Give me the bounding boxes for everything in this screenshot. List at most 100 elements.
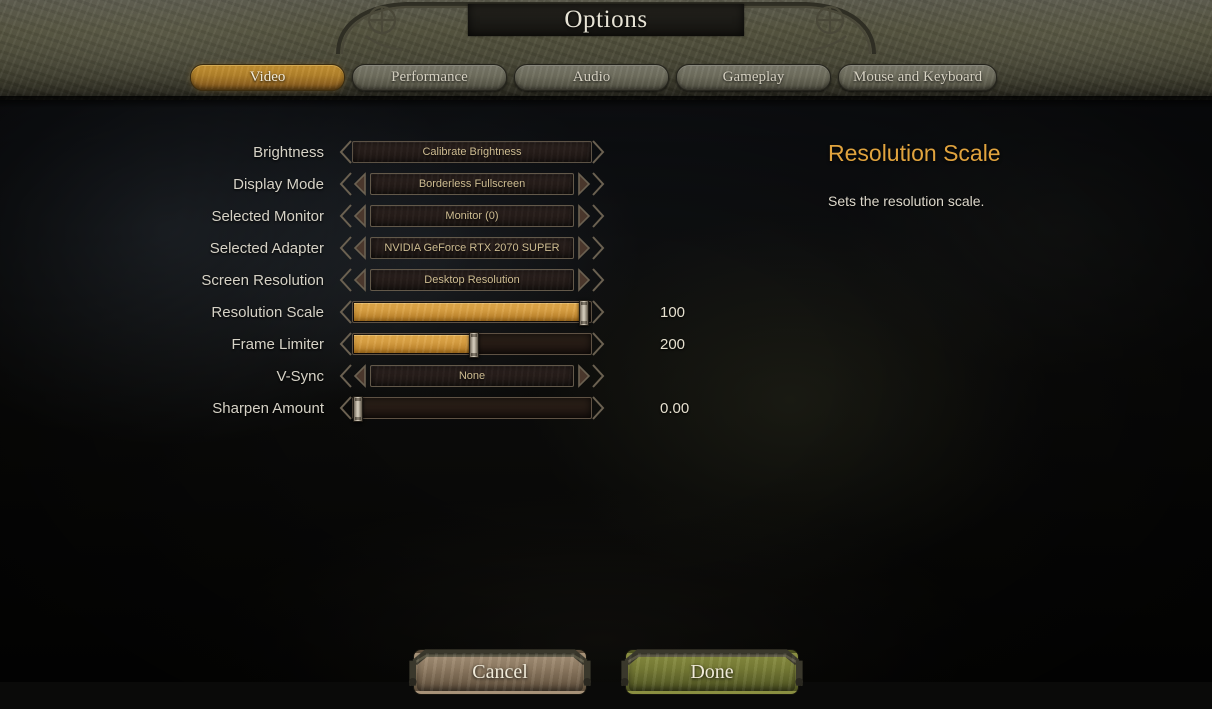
stepper-arrow-right[interactable] (577, 364, 592, 388)
stepper-arrow-right[interactable] (577, 172, 592, 196)
setting-label: Selected Monitor (211, 207, 324, 225)
control-value: Calibrate Brightness (422, 146, 522, 158)
widget-frame-chevron-right (592, 140, 605, 164)
setting-label: Display Mode (233, 175, 324, 193)
dropdown-stepper: None (352, 364, 592, 388)
slider-track[interactable] (352, 396, 592, 422)
control-value: NVIDIA GeForce RTX 2070 SUPER (384, 242, 560, 254)
tab-mouse-and-keyboard[interactable]: Mouse and Keyboard (838, 64, 998, 91)
dropdown-value-box[interactable]: NVIDIA GeForce RTX 2070 SUPER (370, 237, 574, 259)
setting-control: Borderless Fullscreen (339, 171, 605, 197)
tab-label: Audio (572, 69, 611, 85)
stepper-arrow-right[interactable] (577, 204, 592, 228)
footer-bar: Cancel Done (0, 634, 1212, 694)
setting-label: Sharpen Amount (212, 399, 324, 417)
setting-control (339, 331, 605, 358)
dropdown-value-box[interactable]: Borderless Fullscreen (370, 173, 574, 195)
settings-tab-bar[interactable]: Video Performance Audio Gameplay Mouse and K… (190, 64, 998, 91)
options-header-bar: Options Video Performance Audio Gameplay Mou… (0, 0, 1212, 100)
setting-label: Selected Adapter (209, 239, 324, 257)
slider-track[interactable] (352, 332, 592, 358)
setting-control (339, 395, 605, 422)
info-description: Sets the resolution scale. (828, 193, 985, 209)
slider-handle[interactable] (352, 396, 363, 422)
calibrate-brightness-button[interactable]: Calibrate Brightness (352, 141, 592, 163)
widget-frame-chevron-right (592, 268, 605, 292)
stepper-arrow-left[interactable] (352, 364, 367, 388)
stepper-arrow-left[interactable] (352, 172, 367, 196)
tab-label: Gameplay (722, 69, 785, 85)
slider-handle[interactable] (469, 332, 480, 358)
tab-video[interactable]: Video (190, 64, 345, 91)
setting-control: Monitor (0) (339, 203, 605, 229)
setting-row: Selected Monitor Monitor (0) (0, 200, 700, 232)
chevron-left-icon (353, 268, 366, 292)
chevron-right-icon (578, 268, 591, 292)
stepper-arrow-right[interactable] (577, 236, 592, 260)
tab-audio[interactable]: Audio (514, 64, 669, 91)
tab-gameplay[interactable]: Gameplay (676, 64, 831, 91)
widget-frame-chevron-right (592, 236, 605, 260)
setting-label: Resolution Scale (211, 303, 324, 321)
chevron-right-icon (578, 172, 591, 196)
setting-control: None (339, 363, 605, 389)
setting-row: Brightness Calibrate Brightness (0, 136, 700, 168)
chevron-left-icon (353, 364, 366, 388)
widget-frame-chevron-right (592, 396, 605, 420)
dropdown-stepper: NVIDIA GeForce RTX 2070 SUPER (352, 236, 592, 260)
done-button[interactable]: Done (620, 649, 804, 694)
dropdown-value-box[interactable]: None (370, 365, 574, 387)
cancel-button-label: Cancel (472, 660, 528, 683)
done-button-label: Done (690, 660, 734, 683)
control-value: Desktop Resolution (424, 274, 520, 286)
chevron-right-icon (578, 364, 591, 388)
setting-row: Display Mode Borderless Fullscreen (0, 168, 700, 200)
cancel-button[interactable]: Cancel (408, 649, 592, 694)
setting-row: Selected Adapter NVIDIA GeForce RTX 2070 … (0, 232, 700, 264)
setting-control: Desktop Resolution (339, 267, 605, 293)
slider-value-label: 100 (660, 303, 686, 321)
chevron-right-icon (578, 204, 591, 228)
slider-track[interactable] (352, 300, 592, 326)
dropdown-value-box[interactable]: Monitor (0) (370, 205, 574, 227)
setting-control (339, 299, 605, 326)
dropdown-stepper: Desktop Resolution (352, 268, 592, 292)
info-title: Resolution Scale (828, 140, 1001, 166)
widget-frame-chevron-right (592, 300, 605, 324)
widget-frame-chevron-right (592, 364, 605, 388)
dropdown-stepper: Monitor (0) (352, 204, 592, 228)
setting-row: Sharpen Amount 0.00 (0, 392, 700, 424)
tab-label: Mouse and Keyboard (853, 69, 983, 85)
stepper-arrow-left[interactable] (352, 204, 367, 228)
control-value: None (458, 370, 486, 382)
stepper-arrow-left[interactable] (352, 268, 367, 292)
chevron-right-icon (578, 236, 591, 260)
setting-label: V-Sync (276, 367, 324, 385)
setting-label: Brightness (253, 143, 324, 161)
slider-value-label: 0.00 (660, 399, 690, 417)
setting-label: Frame Limiter (231, 335, 324, 353)
tab-label: Performance (391, 69, 468, 85)
widget-frame-chevron-right (592, 204, 605, 228)
tab-label: Video (249, 69, 286, 85)
tab-performance[interactable]: Performance (352, 64, 507, 91)
widget-frame-chevron-right (592, 332, 605, 356)
header-drop-shadow (0, 96, 1212, 108)
stepper-arrow-left[interactable] (352, 236, 367, 260)
dropdown-stepper: Borderless Fullscreen (352, 172, 592, 196)
setting-row: V-Sync None (0, 360, 700, 392)
setting-row: Resolution Scale 100 (0, 296, 700, 328)
control-value: Monitor (0) (445, 210, 499, 222)
setting-row: Frame Limiter 200 (0, 328, 700, 360)
stepper-arrow-right[interactable] (577, 268, 592, 292)
setting-info-panel: Resolution Scale Sets the resolution sca… (828, 140, 1158, 212)
slider-handle[interactable] (578, 300, 589, 326)
chevron-left-icon (353, 172, 366, 196)
dropdown-value-box[interactable]: Desktop Resolution (370, 269, 574, 291)
setting-row: Screen Resolution Desktop Resolution (0, 264, 700, 296)
setting-label: Screen Resolution (201, 271, 324, 289)
options-title-plate: Options (468, 4, 744, 36)
page-title: Options (564, 6, 648, 33)
setting-control: NVIDIA GeForce RTX 2070 SUPER (339, 235, 605, 261)
widget-frame-chevron-right (592, 172, 605, 196)
